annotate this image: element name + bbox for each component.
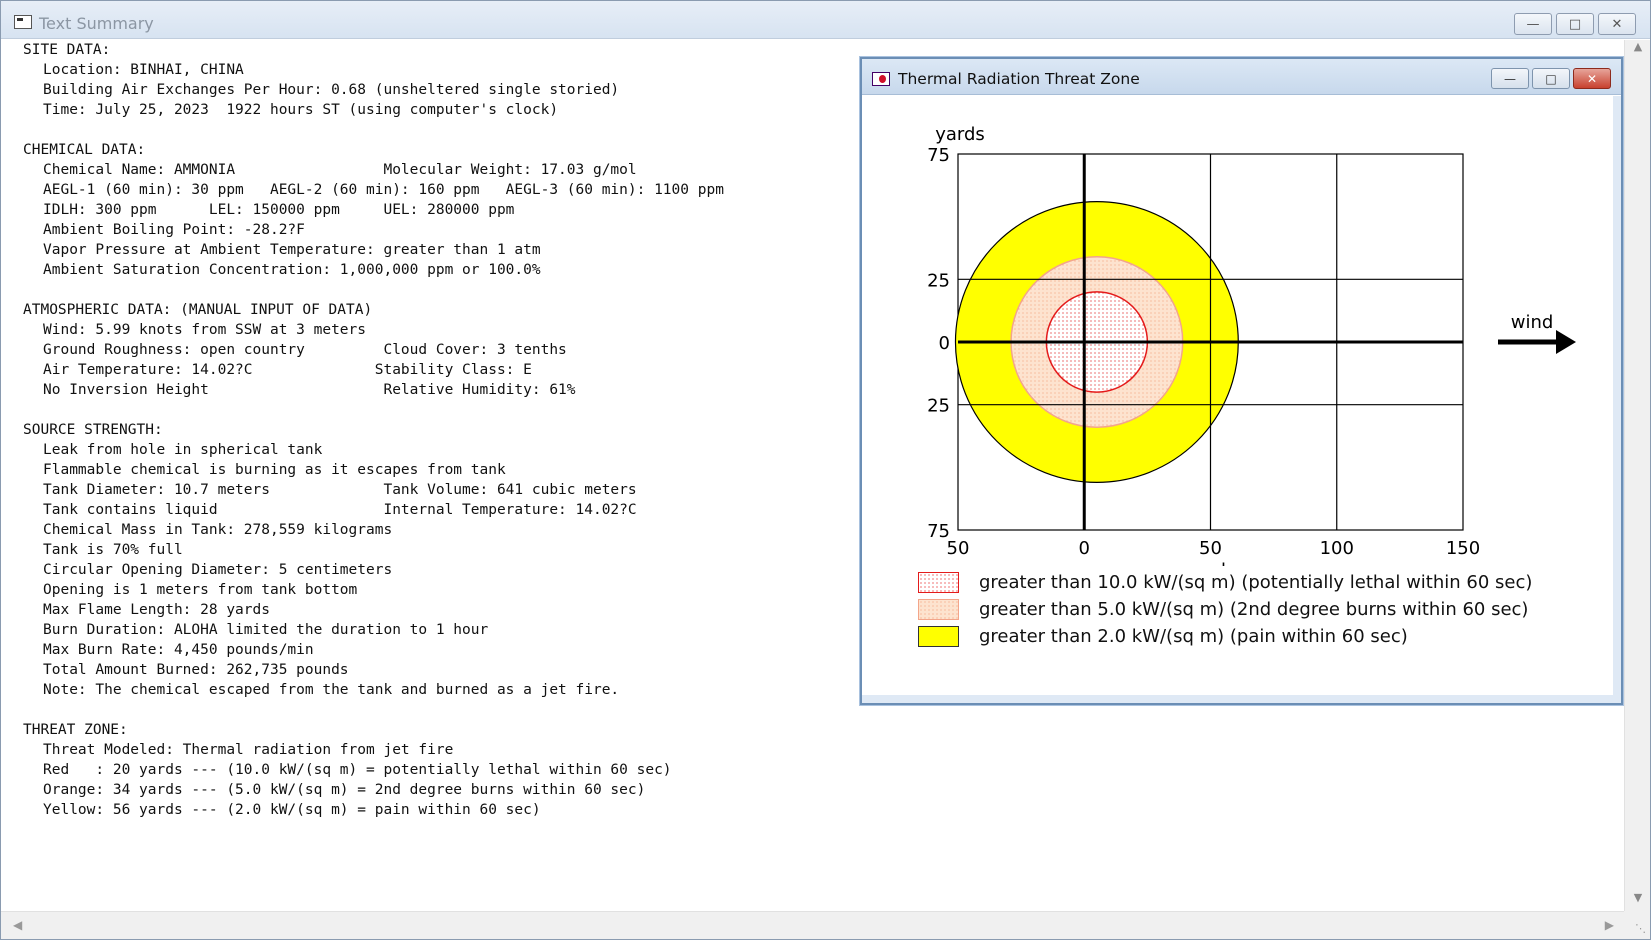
summary-line: Chemical Name: AMMONIA Molecular Weight:…: [43, 162, 637, 178]
threat-zone-title: Thermal Radiation Threat Zone: [898, 70, 1140, 88]
minimize-button[interactable]: —: [1514, 13, 1552, 35]
legend-swatch: [918, 626, 959, 647]
threat-zone-legend: greater than 10.0 kW/(sq m) (potentially…: [918, 569, 1532, 650]
summary-line: Air Temperature: 14.02?C Stability Class…: [43, 362, 532, 378]
summary-line: No Inversion Height Relative Humidity: 6…: [43, 382, 576, 398]
section-heading: SITE DATA:: [23, 42, 111, 58]
x-axis-label: yards: [1186, 560, 1236, 566]
section-heading: CHEMICAL DATA:: [23, 142, 146, 158]
summary-line: Leak from hole in spherical tank: [43, 442, 323, 458]
main-window-title: Text Summary: [39, 14, 154, 33]
y-tick-label: 0: [939, 333, 950, 354]
y-tick-label: 25: [927, 270, 950, 291]
summary-line: Yellow: 56 yards --- (2.0 kW/(sq m) = pa…: [43, 802, 541, 818]
summary-line: Tank Diameter: 10.7 meters Tank Volume: …: [43, 482, 637, 498]
child-maximize-button[interactable]: □: [1532, 68, 1570, 89]
threat-zone-window: Thermal Radiation Threat Zone — □ ✕ 50 0 5…: [860, 57, 1623, 705]
summary-line: Max Burn Rate: 4,450 pounds/min: [43, 642, 314, 658]
legend-swatch: [918, 572, 959, 593]
summary-section-source: SOURCE STRENGTH: Leak from hole in spheri…: [23, 420, 724, 700]
summary-line: Ambient Saturation Concentration: 1,000,…: [43, 262, 541, 278]
y-tick-label: 75: [927, 521, 950, 542]
legend-label: greater than 10.0 kW/(sq m) (potentially…: [979, 572, 1533, 593]
summary-section-atmospheric: ATMOSPHERIC DATA: (MANUAL INPUT OF DATA)…: [23, 300, 724, 400]
x-tick-label: 0: [1079, 538, 1090, 559]
summary-line: Building Air Exchanges Per Hour: 0.68 (u…: [43, 82, 620, 98]
scroll-right-icon[interactable]: ▶: [1605, 918, 1614, 932]
resize-corner[interactable]: ⋱: [1624, 911, 1650, 939]
text-summary: SITE DATA: Location: BINHAI, CHINA Buildin…: [23, 40, 724, 840]
summary-section-threat: THREAT ZONE: Threat Modeled: Thermal radi…: [23, 720, 724, 820]
section-heading: ATMOSPHERIC DATA: (MANUAL INPUT OF DATA): [23, 302, 373, 318]
close-button[interactable]: ✕: [1598, 13, 1636, 35]
summary-line: Threat Modeled: Thermal radiation from j…: [43, 742, 454, 758]
summary-line: Chemical Mass in Tank: 278,559 kilograms: [43, 522, 393, 538]
child-minimize-button[interactable]: —: [1491, 68, 1529, 89]
y-axis-label: yards: [935, 124, 985, 145]
summary-line: Orange: 34 yards --- (5.0 kW/(sq m) = 2n…: [43, 782, 646, 798]
x-tick-label: 150: [1446, 538, 1480, 559]
legend-label: greater than 5.0 kW/(sq m) (2nd degree b…: [979, 599, 1529, 620]
window-app-icon: [14, 15, 32, 29]
wind-label: wind: [1511, 312, 1554, 333]
section-heading: SOURCE STRENGTH:: [23, 422, 163, 438]
threat-zone-plot: 50050100150752502575yardsyardswind: [927, 124, 1576, 566]
summary-line: IDLH: 300 ppm LEL: 150000 ppm UEL: 28000…: [43, 202, 515, 218]
y-tick-label: 75: [927, 145, 950, 166]
child-window-border: [1613, 96, 1621, 699]
legend-item: greater than 10.0 kW/(sq m) (potentially…: [918, 569, 1532, 596]
summary-line: Ambient Boiling Point: -28.2?F: [43, 222, 305, 238]
text-summary-window: Text Summary — □ ✕ SITE DATA: Location: B…: [0, 0, 1651, 940]
legend-item: greater than 2.0 kW/(sq m) (pain within …: [918, 623, 1532, 650]
resize-grip-icon[interactable]: ⋱: [1635, 922, 1646, 935]
summary-line: Flammable chemical is burning as it esca…: [43, 462, 506, 478]
summary-line: Opening is 1 meters from tank bottom: [43, 582, 358, 598]
legend-item: greater than 5.0 kW/(sq m) (2nd degree b…: [918, 596, 1532, 623]
x-tick-label: 100: [1320, 538, 1354, 559]
summary-line: Location: BINHAI, CHINA: [43, 62, 244, 78]
summary-line: Tank is 70% full: [43, 542, 183, 558]
summary-line: Burn Duration: ALOHA limited the duratio…: [43, 622, 489, 638]
summary-line: Note: The chemical escaped from the tank…: [43, 682, 620, 698]
legend-swatch: [918, 599, 959, 620]
wind-arrow-icon: [1556, 330, 1576, 354]
vertical-scrollbar[interactable]: ▲ ▼: [1624, 40, 1650, 911]
child-window-footer: [862, 695, 1621, 703]
scroll-up-icon[interactable]: ▲: [1625, 40, 1651, 60]
summary-line: Max Flame Length: 28 yards: [43, 602, 270, 618]
child-close-button[interactable]: ✕: [1573, 68, 1611, 89]
section-heading: THREAT ZONE:: [23, 722, 128, 738]
threat-zone-titlebar[interactable]: Thermal Radiation Threat Zone — □ ✕: [862, 59, 1621, 95]
summary-line: Red : 20 yards --- (10.0 kW/(sq m) = pot…: [43, 762, 672, 778]
summary-line: Total Amount Burned: 262,735 pounds: [43, 662, 349, 678]
maximize-button[interactable]: □: [1556, 13, 1594, 35]
summary-section-site: SITE DATA: Location: BINHAI, CHINA Buildin…: [23, 40, 724, 120]
summary-line: Wind: 5.99 knots from SSW at 3 meters: [43, 322, 367, 338]
summary-line: Time: July 25, 2023 1922 hours ST (using…: [43, 102, 559, 118]
summary-line: AEGL-1 (60 min): 30 ppm AEGL-2 (60 min):…: [43, 182, 724, 198]
scroll-left-icon[interactable]: ◀: [13, 918, 22, 932]
y-tick-label: 25: [927, 396, 950, 417]
summary-line: Tank contains liquid Internal Temperatur…: [43, 502, 637, 518]
summary-section-chemical: CHEMICAL DATA: Chemical Name: AMMONIA Mol…: [23, 140, 724, 280]
horizontal-scrollbar[interactable]: ◀ ▶: [1, 911, 1626, 939]
summary-line: Circular Opening Diameter: 5 centimeters: [43, 562, 393, 578]
summary-line: Vapor Pressure at Ambient Temperature: g…: [43, 242, 541, 258]
summary-line: Ground Roughness: open country Cloud Cov…: [43, 342, 567, 358]
legend-label: greater than 2.0 kW/(sq m) (pain within …: [979, 626, 1408, 647]
threat-zone-app-icon: [872, 72, 890, 86]
x-tick-label: 50: [1199, 538, 1222, 559]
scroll-down-icon[interactable]: ▼: [1625, 891, 1651, 911]
main-titlebar[interactable]: Text Summary — □ ✕: [1, 1, 1650, 39]
